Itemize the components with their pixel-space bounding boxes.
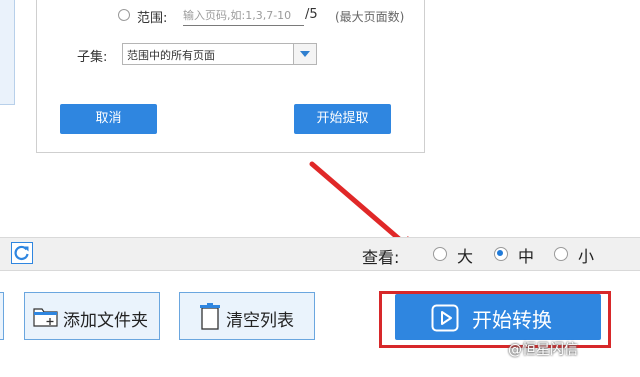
subset-select-value: 范围中的所有页面 [127,49,215,62]
view-large-radio[interactable] [433,247,447,261]
subset-dropdown-button[interactable] [293,44,316,64]
start-convert-label: 开始转换 [472,308,552,332]
add-folder-label: 添加文件夹 [63,311,148,331]
view-bar: 查看: 大 中 小 [0,237,640,271]
start-convert-button[interactable]: 开始转换 [395,294,601,340]
view-label: 查看: [362,248,400,267]
refresh-icon [14,245,29,261]
subset-label: 子集: [77,50,108,65]
view-medium-radio[interactable] [494,247,508,261]
cancel-button[interactable]: 取消 [60,104,157,134]
range-label: 范围: [137,11,168,26]
refresh-button[interactable] [11,242,33,264]
view-small-label: 小 [578,247,595,266]
clear-list-button[interactable]: 清空列表 [179,292,315,340]
watermark: @恒星闪信 [508,342,578,358]
view-medium-label: 中 [518,247,535,266]
range-input[interactable] [183,5,304,26]
subset-select[interactable]: 范围中的所有页面 [122,43,317,65]
start-extract-button[interactable]: 开始提取 [294,104,391,134]
range-total: /5 [305,7,318,22]
clear-list-label: 清空列表 [226,311,294,331]
play-icon [431,304,459,332]
trash-icon [200,303,220,330]
range-hint: (最大页面数) [335,10,405,24]
extract-pages-dialog: 范围: /5 (最大页面数) 子集: 范围中的所有页面 取消 开始提取 [36,0,425,153]
range-radio[interactable] [118,9,130,21]
chevron-down-icon [300,51,310,57]
left-panel-edge [0,0,15,105]
view-large-label: 大 [457,247,474,266]
add-folder-button[interactable]: 添加文件夹 [24,292,160,340]
previous-tool-button[interactable] [0,292,4,340]
add-folder-icon [33,308,58,327]
view-small-radio[interactable] [554,247,568,261]
